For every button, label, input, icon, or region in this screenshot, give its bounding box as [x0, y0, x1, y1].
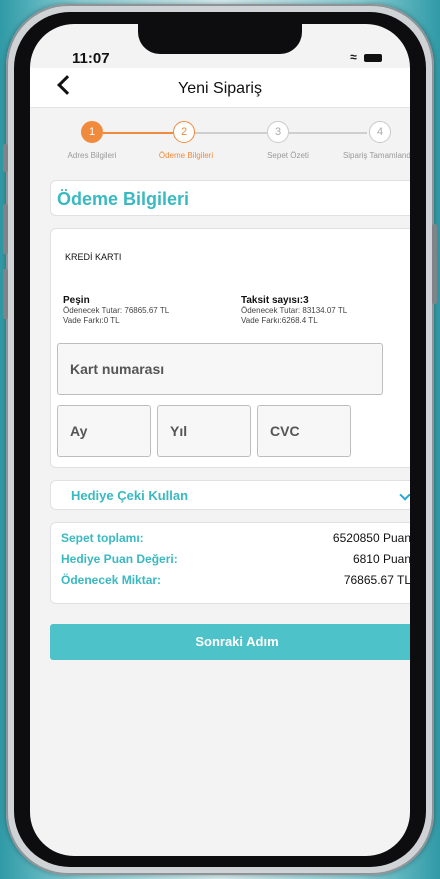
option-cash-title: Peşin — [63, 295, 90, 306]
option-cash-amount: Ödenecek Tutar: 76865.67 TL — [63, 306, 170, 315]
step-2-label: Ödeme Bilgileri — [158, 151, 214, 160]
year-field[interactable]: Yıl — [157, 405, 251, 457]
step-1-dot[interactable]: 1 — [81, 121, 103, 143]
payment-card: KREDİ KARTI Peşin Ödenecek Tutar: 76865.… — [50, 228, 410, 468]
payment-option-cash[interactable]: Peşin Ödenecek Tutar: 76865.67 TL Vade F… — [63, 295, 223, 326]
summary-value: 6810 Puan — [352, 552, 410, 566]
summary-value: 6520850 Puan — [332, 531, 410, 545]
volume-down-button — [3, 269, 8, 319]
step-3-label: Sepet Özeti — [267, 151, 309, 160]
app-header: Yeni Sipariş — [30, 68, 410, 108]
option-installment-title: Taksit sayısı:3 — [241, 295, 309, 306]
screen: 11:07 ≈ Yeni Sipariş 1 2 3 4 Adres Bilgi… — [30, 24, 410, 856]
summary-row: Hediye Puan Değeri: 6810 Puan — [61, 552, 410, 570]
wifi-icon: ≈ — [350, 50, 357, 64]
notch — [138, 24, 302, 54]
card-type-label: KREDİ KARTI — [65, 252, 122, 262]
status-icons: ≈ — [350, 50, 382, 64]
phone-frame: 11:07 ≈ Yeni Sipariş 1 2 3 4 Adres Bilgi… — [3, 4, 437, 875]
step-3-dot[interactable]: 3 — [267, 121, 289, 143]
side-button — [3, 144, 8, 172]
summary-value: 76865.67 TL — [343, 573, 410, 587]
card-number-field[interactable]: Kart numarası — [57, 343, 383, 395]
gift-voucher-toggle[interactable]: Hediye Çeki Kullan — [50, 480, 410, 510]
checkout-stepper: 1 2 3 4 Adres Bilgileri Ödeme Bilgileri … — [30, 120, 410, 170]
option-cash-diff: Vade Farkı:0 TL — [63, 316, 120, 325]
step-connector — [195, 132, 267, 134]
step-connector — [289, 132, 367, 134]
step-2-dot[interactable]: 2 — [173, 121, 195, 143]
step-4-dot[interactable]: 4 — [369, 121, 391, 143]
step-1-label: Adres Bilgileri — [67, 151, 117, 160]
month-field[interactable]: Ay — [57, 405, 151, 457]
next-step-button[interactable]: Sonraki Adım — [50, 624, 410, 660]
status-time: 11:07 — [72, 50, 110, 67]
step-4-label: Sipariş Tamamlandı — [342, 151, 410, 160]
page-title: Yeni Sipariş — [178, 80, 262, 97]
option-installment-diff: Vade Farkı:6268.4 TL — [241, 316, 318, 325]
summary-row: Sepet toplamı: 6520850 Puan — [61, 531, 410, 549]
summary-key: Ödenecek Miktar: — [61, 573, 162, 587]
summary-key: Sepet toplamı: — [61, 531, 144, 545]
chevron-down-icon — [399, 489, 410, 501]
option-installment-amount: Ödenecek Tutar: 83134.07 TL — [241, 306, 348, 315]
cvc-field[interactable]: CVC — [257, 405, 351, 457]
battery-icon — [364, 53, 382, 62]
payment-title-card: Ödeme Bilgileri — [50, 180, 410, 216]
power-button — [432, 224, 437, 304]
volume-up-button — [3, 204, 8, 254]
step-connector — [103, 132, 173, 134]
order-summary-card: Sepet toplamı: 6520850 Puan Hediye Puan … — [50, 522, 410, 604]
gift-voucher-label: Hediye Çeki Kullan — [71, 488, 189, 503]
payment-option-installment[interactable]: Taksit sayısı:3 Ödenecek Tutar: 83134.07… — [241, 295, 410, 326]
payment-section-title: Ödeme Bilgileri — [57, 189, 190, 209]
summary-key: Hediye Puan Değeri: — [61, 552, 178, 566]
summary-row: Ödenecek Miktar: 76865.67 TL — [61, 573, 410, 591]
